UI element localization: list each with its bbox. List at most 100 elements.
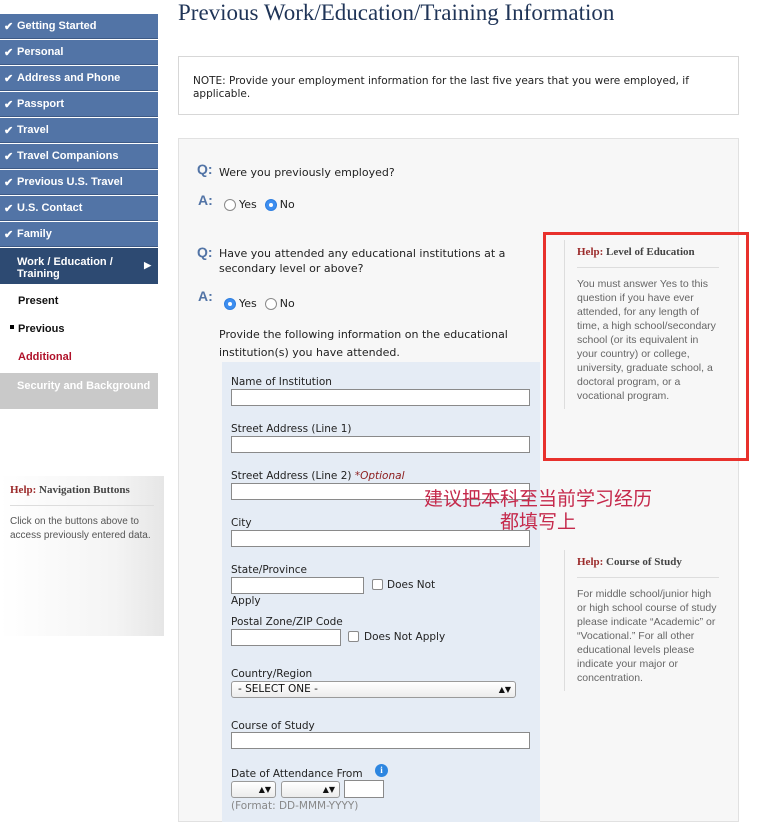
nav-travel-companions[interactable]: ✔ Travel Companions (0, 144, 158, 169)
annotation-text: 建议把本科至当前学习经历 都填写上 (388, 488, 688, 534)
employed-radio-group: Yes No (224, 198, 303, 211)
nav-work-education-training[interactable]: Work / Education / Training ▶ (0, 248, 158, 284)
check-icon: ✔ (4, 98, 14, 111)
question-marker: Q: (197, 161, 213, 177)
nav-personal[interactable]: ✔ Personal (0, 40, 158, 65)
radio-label: Yes (239, 297, 257, 310)
education-no-option[interactable]: No (264, 297, 295, 310)
info-icon[interactable]: i (375, 764, 388, 777)
nav-current-label: Work / Education / Training (17, 256, 113, 280)
nav-label: Personal (17, 46, 64, 58)
nav-sub-label: Present (18, 295, 59, 307)
help-prefix: Help: (10, 484, 37, 496)
radio-label: Yes (239, 198, 257, 211)
annotation-line: 建议把本科至当前学习经历 (423, 488, 652, 510)
nav-travel[interactable]: ✔ Travel (0, 118, 158, 143)
check-icon: ✔ (4, 228, 14, 241)
postal-input[interactable] (231, 629, 341, 646)
state-does-not-apply-label: Does Not (387, 579, 436, 591)
postal-does-not-apply-checkbox[interactable] (348, 631, 359, 642)
employed-yes-option[interactable]: Yes (224, 198, 257, 211)
answer-marker: A: (198, 192, 213, 208)
nav-previous-us-travel[interactable]: ✔ Previous U.S. Travel (0, 170, 158, 195)
course-label: Course of Study (231, 720, 315, 732)
date-day-select[interactable]: ▲▼ (231, 781, 276, 798)
radio-label: No (279, 297, 295, 310)
nav-label: Getting Started (17, 20, 97, 32)
answer-marker: A: (198, 288, 213, 304)
sidebar-nav: ✔ Getting Started ✔ Personal ✔ Address and … (0, 14, 158, 409)
course-input[interactable] (231, 732, 530, 749)
date-year-input[interactable] (344, 780, 384, 798)
nav-sub-previous[interactable]: Previous (0, 315, 158, 343)
chevron-right-icon: ▶ (144, 260, 151, 270)
annotation-line: 都填写上 (499, 511, 576, 533)
radio-label: No (279, 198, 295, 211)
education-radio-group: Yes No (224, 297, 303, 310)
nav-sub-label: Previous (18, 323, 65, 335)
nav-label: Previous U.S. Travel (17, 176, 123, 188)
date-from-label: Date of Attendance From (231, 768, 363, 780)
check-icon: ✔ (4, 46, 14, 59)
nav-sub-present[interactable]: Present (0, 287, 158, 315)
date-month-select[interactable]: ▲▼ (281, 781, 340, 798)
street2-label-text: Street Address (Line 2) (231, 470, 352, 482)
state-apply-label: Apply (231, 595, 261, 607)
help-title-text: Course of Study (606, 556, 682, 568)
institution-input[interactable] (231, 389, 530, 406)
check-icon: ✔ (4, 176, 14, 189)
check-icon: ✔ (4, 20, 14, 33)
radio-no[interactable] (264, 198, 277, 211)
help-body: Click on the buttons above to access pre… (10, 516, 151, 541)
state-label: State/Province (231, 564, 308, 576)
country-label: Country/Region (231, 668, 313, 680)
nav-passport[interactable]: ✔ Passport (0, 92, 158, 117)
help-inner: Help: Course of Study For middle school/… (564, 550, 719, 691)
nav-label: Travel (17, 124, 49, 136)
question-education: Have you attended any educational instit… (219, 247, 506, 275)
help-title: Help: Course of Study (577, 556, 719, 578)
nav-label: Travel Companions (17, 150, 119, 162)
nav-label: U.S. Contact (17, 202, 83, 214)
optional-marker: *Optional (354, 470, 405, 482)
street1-input[interactable] (231, 436, 530, 453)
city-label: City (231, 517, 252, 529)
country-select[interactable]: - SELECT ONE - ▲▼ (231, 681, 516, 698)
check-icon: ✔ (4, 72, 14, 85)
question-marker: Q: (197, 244, 213, 260)
state-does-not-apply-checkbox[interactable] (372, 579, 383, 590)
help-navigation-panel: Help: Navigation Buttons Click on the bu… (0, 476, 164, 636)
nav-label: Security and Background (17, 380, 151, 392)
nav-label: Family (17, 228, 52, 240)
check-icon: ✔ (4, 150, 14, 163)
country-select-value: - SELECT ONE - (238, 683, 318, 695)
select-arrows-icon: ▲▼ (258, 785, 271, 794)
radio-yes[interactable] (224, 198, 236, 211)
postal-label: Postal Zone/ZIP Code (231, 616, 343, 628)
nav-address-phone[interactable]: ✔ Address and Phone (0, 66, 158, 91)
help-title-text: Navigation Buttons (39, 484, 130, 496)
help-course-panel: Help: Course of Study For middle school/… (564, 550, 719, 691)
nav-sub-additional[interactable]: Additional (0, 343, 158, 371)
check-icon: ✔ (4, 202, 14, 215)
nav-us-contact[interactable]: ✔ U.S. Contact (0, 196, 158, 221)
instructions-text: Provide the following information on the… (219, 328, 508, 359)
employed-no-option[interactable]: No (264, 198, 295, 211)
institution-label: Name of Institution (231, 376, 332, 388)
help-body: For middle school/junior high or high sc… (577, 588, 717, 684)
nav-label: Passport (17, 98, 65, 110)
nav-family[interactable]: ✔ Family (0, 222, 158, 247)
bullet-icon (10, 325, 14, 329)
state-input[interactable] (231, 577, 364, 594)
highlight-frame (543, 232, 749, 461)
radio-yes[interactable] (224, 297, 236, 310)
select-arrows-icon: ▲▼ (322, 785, 335, 794)
check-icon: ✔ (4, 124, 14, 137)
nav-getting-started[interactable]: ✔ Getting Started (0, 14, 158, 39)
nav-sub-label: Additional (18, 351, 72, 363)
help-title: Help: Navigation Buttons (10, 484, 154, 506)
radio-no[interactable] (264, 297, 277, 310)
page-title: Previous Work/Education/Training Informa… (178, 0, 615, 25)
note-box: NOTE: Provide your employment informatio… (178, 56, 739, 115)
education-yes-option[interactable]: Yes (224, 297, 257, 310)
